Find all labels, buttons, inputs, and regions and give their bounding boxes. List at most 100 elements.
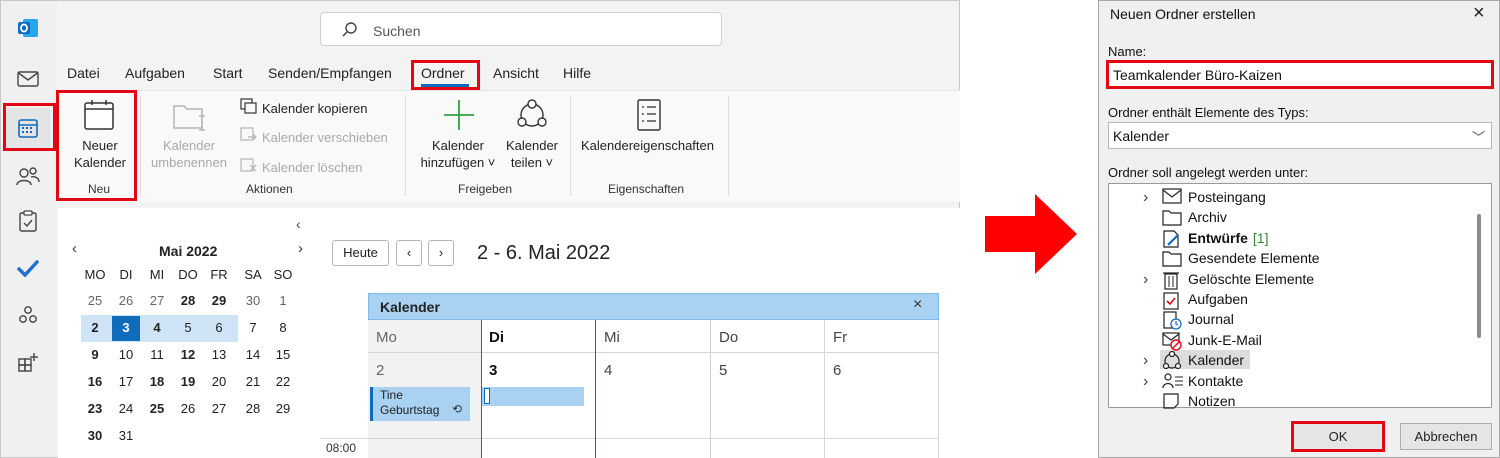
mini-calendar-day[interactable]: 17 — [111, 370, 141, 394]
tree-item-kontakte[interactable]: Kontakte — [1188, 373, 1243, 389]
event-tine-geburtstag[interactable]: Tine Geburtstag ⟲ — [370, 387, 470, 421]
collapse-chevron-icon[interactable]: ‹ — [296, 216, 301, 232]
copy-calendar-icon — [240, 98, 258, 114]
journal-icon — [1162, 310, 1182, 331]
mini-calendar-day[interactable]: 5 — [173, 316, 203, 340]
next-month-icon[interactable]: › — [298, 240, 303, 257]
prev-week-button[interactable]: ‹ — [396, 240, 422, 266]
tree-item-gelöschte-elemente[interactable]: Gelöschte Elemente — [1188, 271, 1314, 287]
tab-senden-empfangen[interactable]: Senden/Empfangen — [268, 65, 392, 81]
mini-calendar-day[interactable]: 13 — [204, 343, 234, 367]
mini-calendar-day[interactable]: 27 — [204, 397, 234, 421]
mini-calendar-day[interactable]: 25 — [80, 289, 110, 313]
mini-calendar-day[interactable]: 25 — [142, 397, 172, 421]
mini-calendar-day[interactable]: 16 — [80, 370, 110, 394]
mini-calendar-day[interactable]: 10 — [111, 343, 141, 367]
mini-calendar-day[interactable]: 29 — [204, 289, 234, 313]
mini-calendar-day[interactable]: 30 — [80, 424, 110, 448]
tree-item-journal[interactable]: Journal — [1188, 311, 1234, 327]
cancel-button[interactable]: Abbrechen — [1400, 423, 1492, 450]
groups-icon[interactable] — [14, 301, 42, 329]
mini-calendar-day[interactable]: 28 — [173, 289, 203, 313]
mini-calendar-day[interactable]: 8 — [268, 316, 298, 340]
apps-add-icon[interactable] — [14, 348, 42, 376]
tree-item-entwürfe[interactable]: Entwürfe [1] — [1188, 230, 1268, 246]
share-calendar-label-2: teilen ˅ — [510, 155, 554, 170]
tree-item-kalender[interactable]: Kalender — [1188, 352, 1244, 368]
mini-calendar-day[interactable]: 4 — [142, 316, 172, 340]
close-calendar-icon[interactable]: × — [913, 296, 922, 314]
separator — [570, 96, 571, 196]
tree-item-gesendete-elemente[interactable]: Gesendete Elemente — [1188, 250, 1320, 266]
mini-calendar-day[interactable]: 23 — [80, 397, 110, 421]
copy-calendar-button[interactable]: Kalender kopieren — [262, 100, 368, 117]
chevron-right-icon[interactable]: › — [1143, 373, 1148, 391]
mini-calendar-day[interactable]: 31 — [111, 424, 141, 448]
tab-start[interactable]: Start — [213, 65, 243, 81]
time-divider — [320, 438, 939, 439]
move-calendar-button[interactable]: Kalender verschieben — [262, 129, 388, 146]
mini-calendar-day[interactable]: 30 — [238, 289, 268, 313]
mini-calendar-day[interactable]: 26 — [111, 289, 141, 313]
chevron-right-icon[interactable]: › — [1143, 271, 1148, 289]
rename-calendar-button[interactable]: Kalender umbenennen — [146, 137, 232, 171]
ordner-highlight — [411, 60, 480, 90]
tree-item-label: Posteingang — [1188, 189, 1266, 205]
mini-calendar-day[interactable]: 18 — [142, 370, 172, 394]
mini-calendar-day[interactable]: 11 — [142, 343, 172, 367]
share-calendar-button[interactable]: Kalender teilen ˅ — [500, 137, 564, 171]
move-calendar-icon — [240, 127, 258, 143]
tasks-icon[interactable] — [14, 207, 42, 235]
mini-calendar-day[interactable]: 26 — [173, 397, 203, 421]
tab-ansicht[interactable]: Ansicht — [493, 65, 539, 81]
chevron-right-icon[interactable]: › — [1143, 189, 1148, 207]
neuer-kalender-highlight — [56, 90, 137, 201]
weekday-header: FR — [210, 267, 228, 282]
type-select[interactable]: Kalender ﹀ — [1108, 122, 1492, 149]
mini-calendar-day[interactable]: 12 — [173, 343, 203, 367]
tree-item-label: Gelöschte Elemente — [1188, 270, 1315, 287]
mini-calendar-day[interactable]: 2 — [80, 316, 110, 340]
mini-calendar-day[interactable]: 14 — [238, 343, 268, 367]
mini-calendar-day[interactable]: 1 — [268, 289, 298, 313]
tree-item-junk-e-mail[interactable]: Junk-E-Mail — [1188, 332, 1262, 348]
today-button[interactable]: Heute — [332, 240, 389, 266]
people-icon[interactable] — [14, 162, 42, 190]
tab-hilfe[interactable]: Hilfe — [563, 65, 591, 81]
mini-calendar-day[interactable]: 21 — [238, 370, 268, 394]
tab-aufgaben[interactable]: Aufgaben — [125, 65, 185, 81]
junk-icon — [1162, 331, 1182, 351]
mini-calendar-day[interactable]: 27 — [142, 289, 172, 313]
tree-item-aufgaben[interactable]: Aufgaben — [1188, 291, 1248, 307]
search-box[interactable]: Suchen — [320, 12, 722, 46]
mini-calendar-day[interactable]: 6 — [204, 316, 234, 340]
tab-datei[interactable]: Datei — [67, 65, 100, 81]
chevron-right-icon[interactable]: › — [1143, 352, 1148, 370]
mini-calendar-day[interactable]: 22 — [268, 370, 298, 394]
mini-calendar-day[interactable]: 19 — [173, 370, 203, 394]
prev-month-icon[interactable]: ‹ — [72, 240, 77, 257]
mini-calendar-day[interactable]: 7 — [238, 316, 268, 340]
mini-calendar-day[interactable]: 3 — [111, 316, 141, 340]
tree-item-notizen[interactable]: Notizen — [1188, 393, 1235, 409]
tree-item-posteingang[interactable]: Posteingang — [1188, 189, 1266, 205]
calendar-properties-button[interactable]: Kalendereigenschaften — [581, 137, 714, 154]
mini-calendar-day[interactable]: 29 — [268, 397, 298, 421]
next-week-button[interactable]: › — [428, 240, 454, 266]
mini-calendar-day[interactable]: 15 — [268, 343, 298, 367]
mini-calendar-day[interactable]: 24 — [111, 397, 141, 421]
tree-item-archiv[interactable]: Archiv — [1188, 209, 1227, 225]
dialog-close-icon[interactable]: × — [1473, 2, 1485, 25]
tree-scrollbar[interactable] — [1477, 214, 1481, 338]
mail-icon[interactable] — [14, 65, 42, 93]
delete-calendar-button[interactable]: Kalender löschen — [262, 159, 362, 176]
todo-icon[interactable] — [14, 254, 42, 282]
event-continuation[interactable] — [482, 387, 584, 406]
mini-calendar-day[interactable]: 28 — [238, 397, 268, 421]
add-calendar-button[interactable]: Kalender hinzufügen ˅ — [414, 137, 502, 171]
tree-item-label: Entwürfe — [1188, 229, 1248, 246]
calendar-name: Kalender — [380, 299, 440, 315]
mini-calendar-day[interactable]: 9 — [80, 343, 110, 367]
mini-calendar-day[interactable]: 20 — [204, 370, 234, 394]
event-handle — [484, 388, 490, 404]
